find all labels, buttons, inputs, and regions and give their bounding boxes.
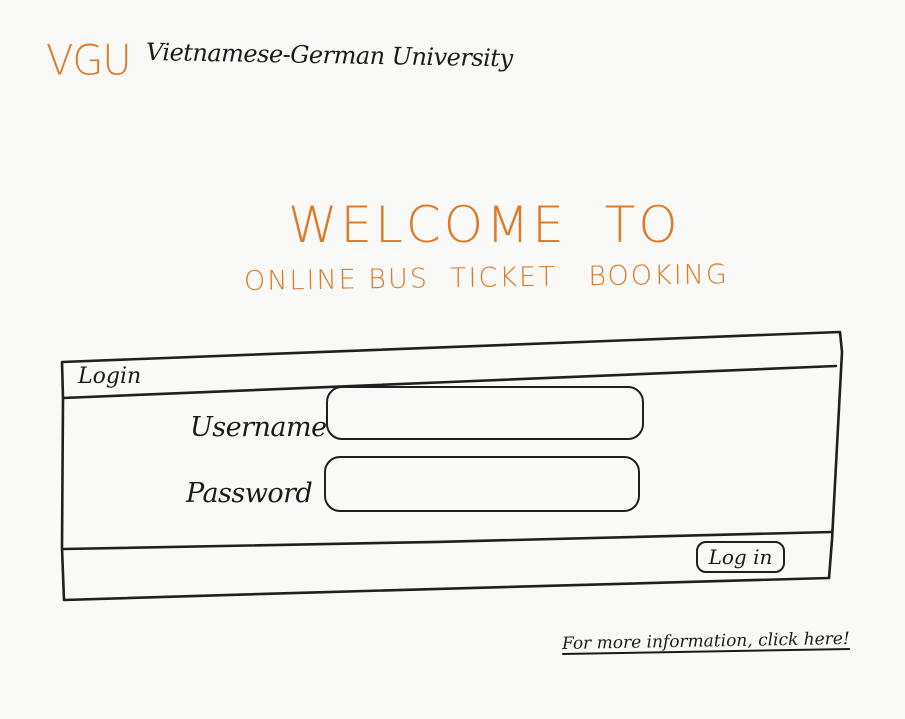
password-label: Password (186, 478, 313, 509)
username-label: Username (190, 412, 327, 443)
login-button[interactable]: Log in (696, 541, 785, 573)
username-input[interactable] (326, 386, 644, 440)
login-panel-frame (60, 330, 844, 602)
login-panel-title: Login (78, 364, 142, 389)
password-input[interactable] (324, 456, 640, 512)
